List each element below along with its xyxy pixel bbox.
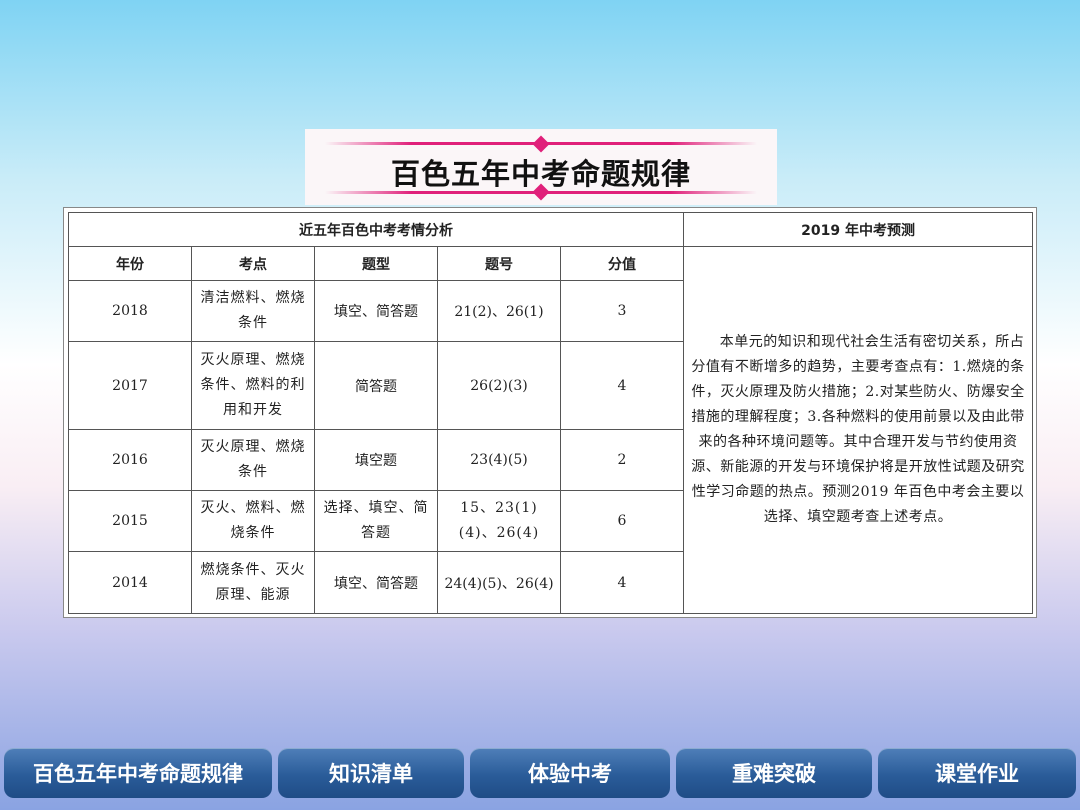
nav-button-key-difficulties[interactable]: 重难突破 xyxy=(676,748,872,798)
column-header-score: 分值 xyxy=(559,246,685,281)
cell-number: 26(2)(3) xyxy=(437,341,561,430)
cell-score: 3 xyxy=(559,280,685,342)
cell-topic: 燃烧条件、灭火原理、能源 xyxy=(191,551,315,614)
cell-year: 2016 xyxy=(68,429,192,491)
cell-type: 填空题 xyxy=(314,429,438,491)
cell-year: 2017 xyxy=(68,341,192,430)
prediction-text: 本单元的知识和现代社会生活有密切关系，所占分值有不断增多的趋势，主要考查点有：1… xyxy=(691,334,1025,525)
cell-type: 选择、填空、简答题 xyxy=(314,490,438,552)
cell-year: 2018 xyxy=(68,280,192,342)
analysis-header: 近五年百色中考考情分析 xyxy=(67,212,685,247)
cell-number: 15、23(1)(4)、26(4) xyxy=(437,490,561,552)
cell-topic: 灭火原理、燃烧条件、燃料的利用和开发 xyxy=(191,341,315,430)
cell-type: 填空、简答题 xyxy=(314,280,438,342)
prediction-cell: 本单元的知识和现代社会生活有密切关系，所占分值有不断增多的趋势，主要考查点有：1… xyxy=(683,246,1034,614)
cell-type: 简答题 xyxy=(314,341,438,430)
column-header-number: 题号 xyxy=(437,246,561,281)
prediction-header: 2019 年中考预测 xyxy=(683,212,1034,247)
cell-type: 填空、简答题 xyxy=(314,551,438,614)
column-header-year: 年份 xyxy=(68,246,192,281)
nav-button-homework[interactable]: 课堂作业 xyxy=(878,748,1076,798)
cell-score: 4 xyxy=(559,341,685,430)
cell-score: 2 xyxy=(559,429,685,491)
cell-topic: 清洁燃料、燃烧条件 xyxy=(191,280,315,342)
nav-button-knowledge-list[interactable]: 知识清单 xyxy=(278,748,464,798)
cell-number: 21(2)、26(1) xyxy=(437,280,561,342)
column-header-topic: 考点 xyxy=(191,246,315,281)
cell-topic: 灭火原理、燃烧条件 xyxy=(191,429,315,491)
cell-score: 4 xyxy=(559,551,685,614)
column-header-type: 题型 xyxy=(314,246,438,281)
cell-year: 2014 xyxy=(68,551,192,614)
banner-top-diamond-icon xyxy=(532,135,550,153)
cell-topic: 灭火、燃料、燃烧条件 xyxy=(191,490,315,552)
cell-number: 24(4)(5)、26(4) xyxy=(437,551,561,614)
exam-analysis-table-container: 近五年百色中考考情分析 2019 年中考预测 年份 考点 题型 题号 分值 本单… xyxy=(64,208,1036,617)
cell-year: 2015 xyxy=(68,490,192,552)
cell-number: 23(4)(5) xyxy=(437,429,561,491)
cell-score: 6 xyxy=(559,490,685,552)
nav-button-exam-practice[interactable]: 体验中考 xyxy=(470,748,670,798)
section-title-banner: 百色五年中考命题规律 xyxy=(305,129,777,205)
exam-analysis-table: 近五年百色中考考情分析 2019 年中考预测 年份 考点 题型 题号 分值 本单… xyxy=(67,212,1034,614)
nav-button-exam-patterns[interactable]: 百色五年中考命题规律 xyxy=(4,748,272,798)
